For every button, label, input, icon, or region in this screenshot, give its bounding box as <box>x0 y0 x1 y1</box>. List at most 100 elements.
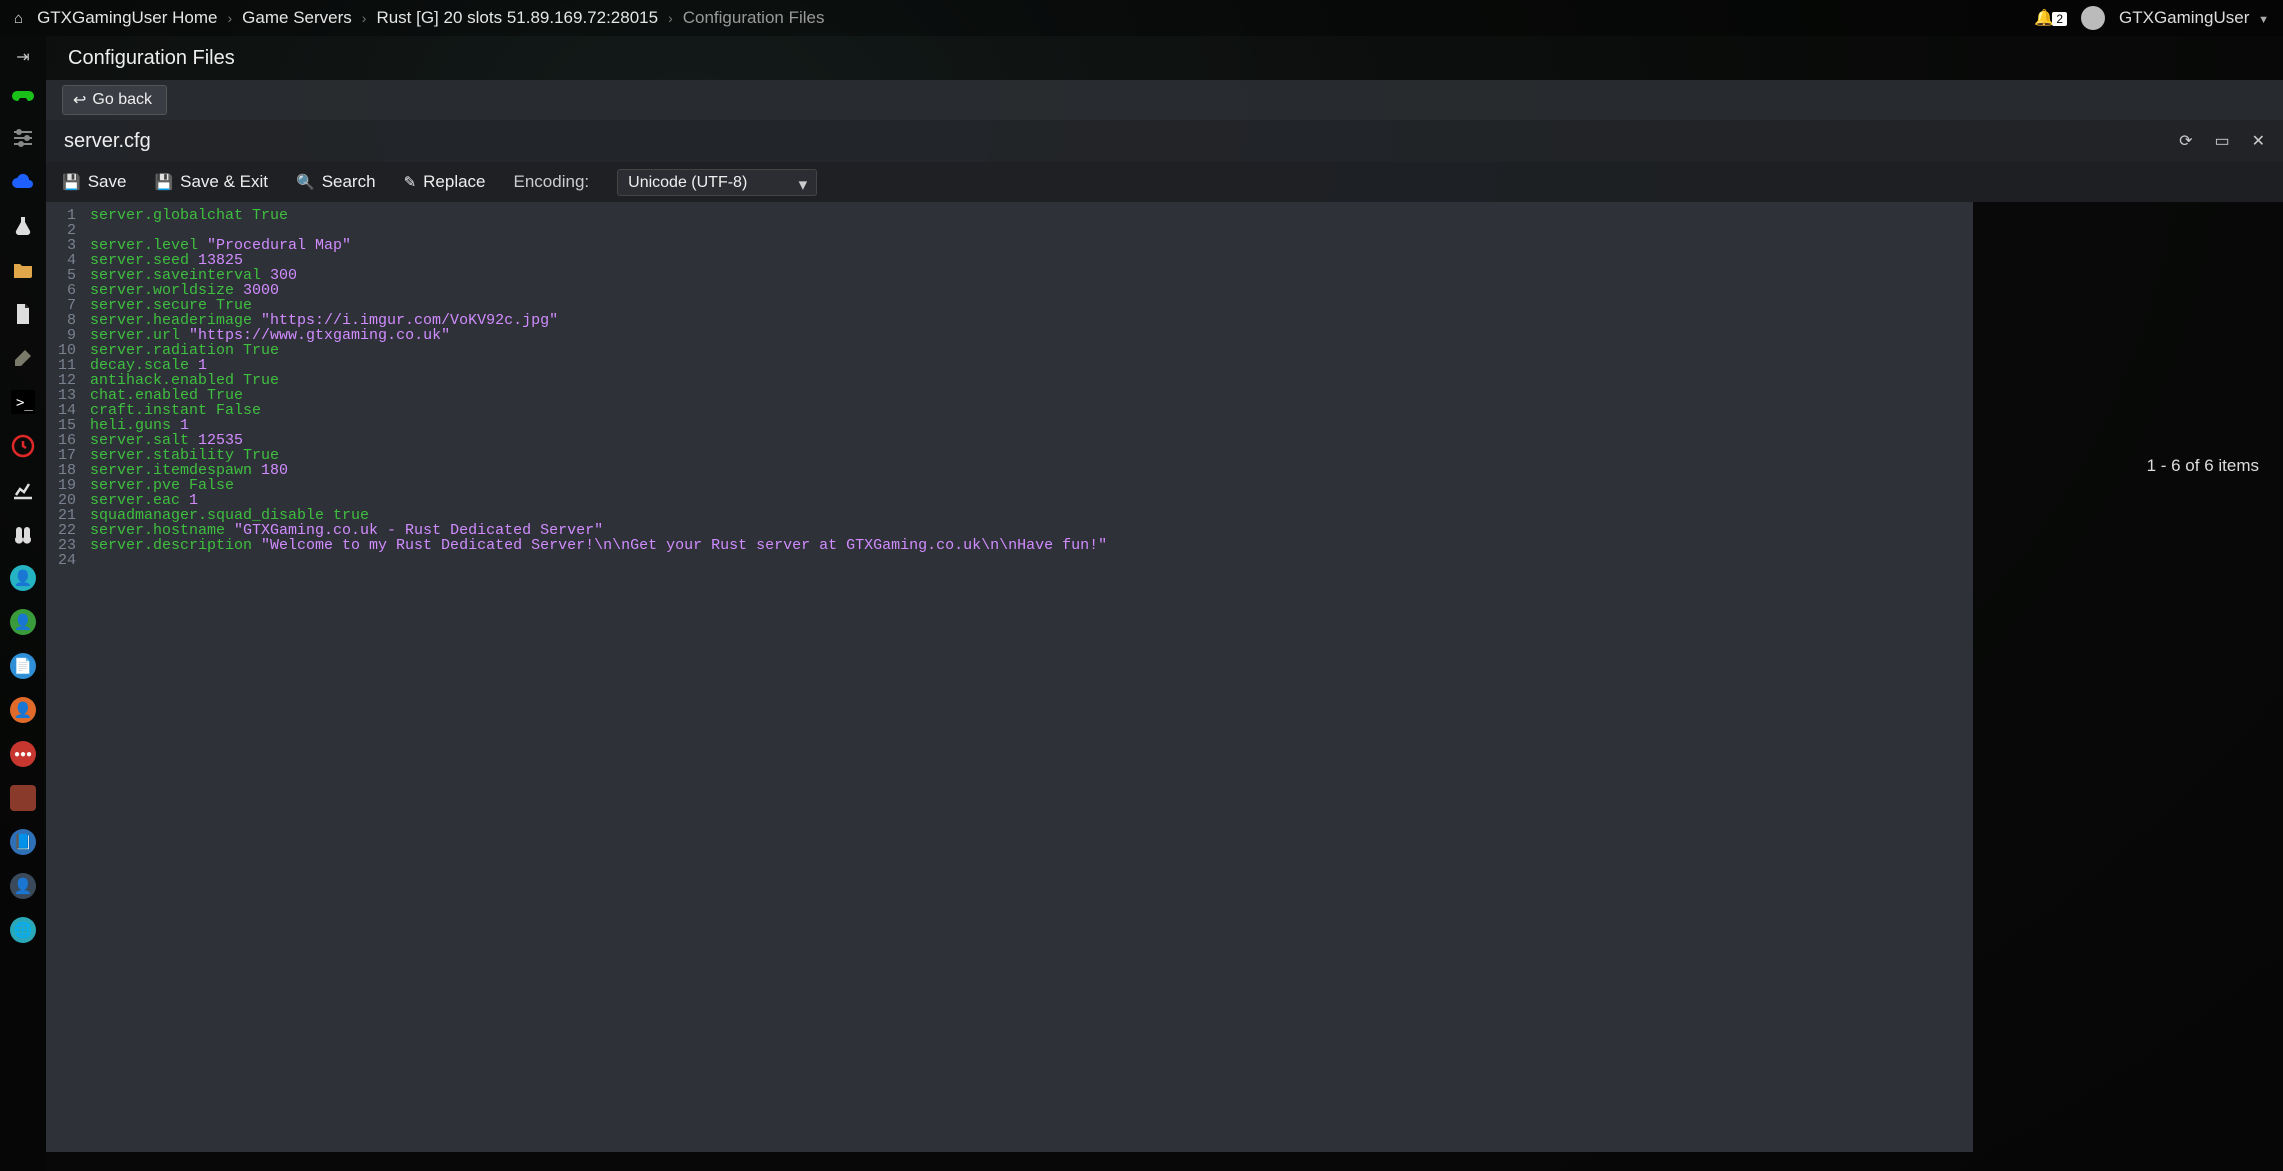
sidebar-item-settings[interactable] <box>0 116 46 160</box>
go-back-button[interactable]: ↩ Go back <box>62 85 167 115</box>
breadcrumb-instance[interactable]: Rust [G] 20 slots 51.89.169.72:28015 <box>376 8 658 28</box>
book-circle-icon: 📘 <box>10 829 36 855</box>
sidebar-item-doc[interactable]: 📄 <box>0 644 46 688</box>
code-line[interactable]: server.worldsize 3000 <box>90 283 1107 298</box>
go-back-label: Go back <box>92 91 152 109</box>
sidebar-item-paint[interactable] <box>0 336 46 380</box>
code-line[interactable]: server.eac 1 <box>90 493 1107 508</box>
support-circle-icon: 👤 <box>10 697 36 723</box>
cloud-icon <box>11 170 35 194</box>
sidebar-item-alert[interactable]: ●●● <box>0 732 46 776</box>
brush-icon <box>11 346 35 370</box>
code-line[interactable]: server.hostname "GTXGaming.co.uk - Rust … <box>90 523 1107 538</box>
breadcrumb-current: Configuration Files <box>683 8 825 28</box>
code-line[interactable]: server.radiation True <box>90 343 1107 358</box>
globe-circle-icon: 🌐 <box>10 917 36 943</box>
code-line[interactable]: craft.instant False <box>90 403 1107 418</box>
code-line[interactable]: squadmanager.squad_disable true <box>90 508 1107 523</box>
save-icon: 💾 <box>154 173 173 191</box>
sidebar-item-rust[interactable] <box>0 776 46 820</box>
close-button[interactable]: ✕ <box>2252 131 2265 151</box>
sidebar-item-console[interactable]: >_ <box>0 380 46 424</box>
code-line[interactable]: decay.scale 1 <box>90 358 1107 373</box>
code-line[interactable]: heli.guns 1 <box>90 418 1107 433</box>
save-icon: 💾 <box>62 173 81 191</box>
avatar[interactable] <box>2081 6 2105 30</box>
code-line[interactable]: server.itemdespawn 180 <box>90 463 1107 478</box>
sidebar-item-book[interactable]: 📘 <box>0 820 46 864</box>
svg-text:>_: >_ <box>16 395 33 411</box>
user-circle-icon: 👤 <box>10 565 36 591</box>
code-line[interactable] <box>90 553 1107 568</box>
encoding-select[interactable]: Unicode (UTF-8) <box>617 169 817 196</box>
sidebar-item-globe[interactable]: 🌐 <box>0 908 46 952</box>
save-exit-button[interactable]: 💾 Save & Exit <box>154 172 268 192</box>
sidebar-item-schedule[interactable] <box>0 424 46 468</box>
code-content[interactable]: server.globalchat True server.level "Pro… <box>82 202 1107 1152</box>
code-line[interactable] <box>90 223 1107 238</box>
username-label: GTXGamingUser <box>2119 8 2249 27</box>
sidebar-item-files[interactable] <box>0 248 46 292</box>
clock-icon <box>11 434 35 458</box>
page-title: Configuration Files <box>46 36 2283 80</box>
maximize-button[interactable]: ▭ <box>2214 131 2229 151</box>
replace-button[interactable]: ✎ Replace <box>404 172 486 192</box>
pagination-info: 1 - 6 of 6 items <box>2147 456 2259 476</box>
search-button[interactable]: 🔍 Search <box>296 172 376 192</box>
code-line[interactable]: server.seed 13825 <box>90 253 1107 268</box>
sidebar-item-stats[interactable] <box>0 468 46 512</box>
sidebar-item-user1[interactable]: 👤 <box>0 556 46 600</box>
terminal-icon: >_ <box>11 390 35 414</box>
search-icon: 🔍 <box>296 173 315 191</box>
notifications-button[interactable]: 🔔2 <box>2034 8 2067 28</box>
user-circle-icon: 👤 <box>10 609 36 635</box>
save-button[interactable]: 💾 Save <box>62 172 126 192</box>
binoculars-icon <box>11 522 35 546</box>
code-line[interactable]: server.description "Welcome to my Rust D… <box>90 538 1107 553</box>
user-menu[interactable]: GTXGamingUser ▼ <box>2119 8 2269 28</box>
code-line[interactable]: antihack.enabled True <box>90 373 1107 388</box>
code-line[interactable]: server.pve False <box>90 478 1107 493</box>
code-line[interactable]: server.url "https://www.gtxgaming.co.uk" <box>90 328 1107 343</box>
code-editor[interactable]: 123456789101112131415161718192021222324 … <box>46 202 1973 1152</box>
sidebar-item-user2[interactable]: 👤 <box>0 600 46 644</box>
sidebar-item-cloud[interactable] <box>0 160 46 204</box>
sidebar-item-find[interactable] <box>0 512 46 556</box>
code-line[interactable]: server.secure True <box>90 298 1107 313</box>
chevron-down-icon: ▼ <box>2258 14 2269 26</box>
sidebar-item-person[interactable]: 👤 <box>0 864 46 908</box>
flask-icon <box>11 214 35 238</box>
sidebar-item-dashboard[interactable] <box>0 72 46 116</box>
sidebar-item-support[interactable]: 👤 <box>0 688 46 732</box>
sidebar-item-file[interactable] <box>0 292 46 336</box>
chart-icon <box>11 478 35 502</box>
topbar: ⌂ GTXGamingUser Home › Game Servers › Ru… <box>0 0 2283 36</box>
breadcrumb-servers[interactable]: Game Servers <box>242 8 352 28</box>
editor-toolbar: 💾 Save 💾 Save & Exit 🔍 Search ✎ Replace … <box>46 162 2283 202</box>
sidebar-item-lab[interactable] <box>0 204 46 248</box>
pin-sidebar-icon[interactable]: ⇥ <box>0 42 46 72</box>
chevron-right-icon: › <box>362 10 367 26</box>
sliders-icon <box>11 126 35 150</box>
edit-icon: ✎ <box>404 173 417 191</box>
line-number-gutter: 123456789101112131415161718192021222324 <box>46 202 82 1152</box>
folder-icon <box>11 258 35 282</box>
gamepad-icon <box>11 82 35 106</box>
code-line[interactable]: server.salt 12535 <box>90 433 1107 448</box>
code-line[interactable]: server.saveinterval 300 <box>90 268 1107 283</box>
code-line[interactable]: server.stability True <box>90 448 1107 463</box>
person-circle-icon: 👤 <box>10 873 36 899</box>
sidebar-rail: ⇥ >_ 👤 👤 📄 👤 ●●● 📘 👤 🌐 <box>0 36 46 1171</box>
code-line[interactable]: server.headerimage "https://i.imgur.com/… <box>90 313 1107 328</box>
code-line[interactable]: chat.enabled True <box>90 388 1107 403</box>
breadcrumb-home[interactable]: GTXGamingUser Home <box>37 8 217 28</box>
code-line[interactable]: server.globalchat True <box>90 208 1107 223</box>
breadcrumb: ⌂ GTXGamingUser Home › Game Servers › Ru… <box>14 8 825 28</box>
save-label: Save <box>88 172 127 192</box>
save-exit-label: Save & Exit <box>180 172 268 192</box>
refresh-button[interactable]: ⟳ <box>2179 131 2192 151</box>
replace-label: Replace <box>423 172 485 192</box>
topbar-right: 🔔2 GTXGamingUser ▼ <box>2034 6 2269 30</box>
code-line[interactable]: server.level "Procedural Map" <box>90 238 1107 253</box>
goback-row: ↩ Go back <box>46 80 2283 120</box>
